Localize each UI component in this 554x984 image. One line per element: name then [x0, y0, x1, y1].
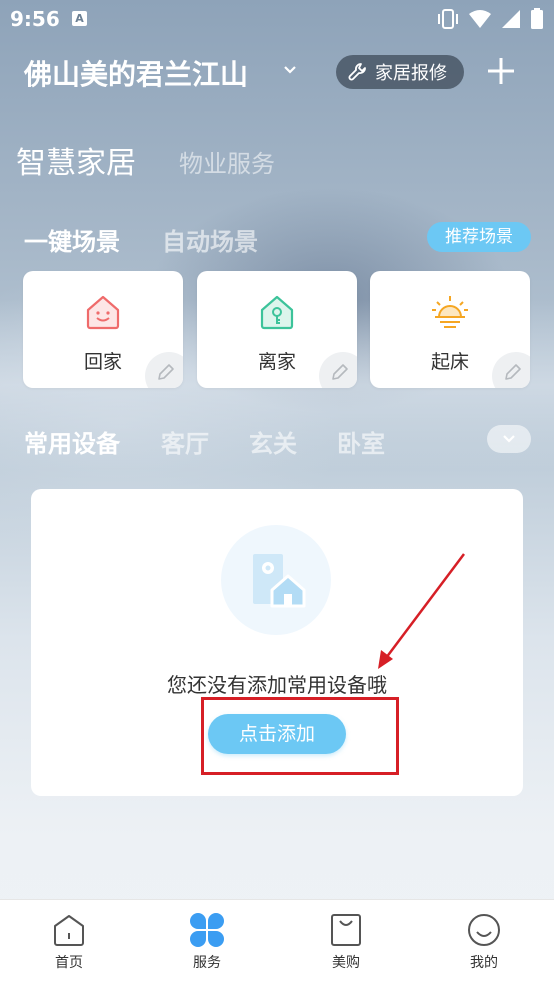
nav-item-shop[interactable]: 美购	[306, 912, 386, 972]
tab-smart-home[interactable]: 智慧家居	[16, 138, 136, 182]
nav-label: 美购	[332, 955, 360, 971]
nav-label: 服务	[193, 955, 221, 971]
nav-label: 我的	[470, 955, 498, 971]
annotation-highlight-box	[201, 697, 399, 775]
nav-item-service[interactable]: 服务	[167, 912, 247, 972]
house-smile-icon	[86, 295, 120, 330]
pencil-icon	[505, 364, 521, 380]
home-repair-button[interactable]: 家居报修	[336, 55, 464, 89]
shopping-bag-icon	[331, 914, 361, 946]
status-icons	[436, 8, 544, 30]
tab-living-room[interactable]: 客厅	[161, 424, 209, 459]
nav-item-home[interactable]: 首页	[29, 912, 109, 972]
wrench-icon	[348, 63, 366, 81]
expand-rooms-button[interactable]	[487, 425, 531, 453]
tab-auto-scene[interactable]: 自动场景	[162, 222, 258, 257]
tab-entrance[interactable]: 玄关	[249, 424, 297, 459]
tab-common-devices[interactable]: 常用设备	[24, 424, 120, 459]
status-bar: 9:56 A	[0, 0, 554, 38]
battery-icon	[531, 8, 543, 29]
home-repair-label: 家居报修	[375, 63, 447, 84]
add-icon[interactable]	[484, 54, 518, 88]
home-name-selector[interactable]: 佛山美的君兰江山	[24, 53, 248, 93]
scene-card-leave[interactable]: 离家	[197, 271, 357, 388]
service-grid-icon	[190, 913, 224, 947]
recommended-scenes-button[interactable]: 推荐场景	[427, 222, 531, 252]
tab-one-key-scene[interactable]: 一键场景	[24, 222, 120, 257]
tab-bedroom[interactable]: 卧室	[337, 424, 385, 459]
pencil-icon	[158, 364, 174, 380]
status-time: 9:56	[10, 7, 60, 31]
tab-property-service[interactable]: 物业服务	[179, 144, 275, 179]
house-key-icon	[260, 295, 294, 330]
sunrise-icon	[432, 296, 468, 328]
annotation-arrow	[378, 553, 465, 669]
scene-card-wake-up[interactable]: 起床	[370, 271, 530, 388]
status-notification-badge: A	[72, 11, 87, 26]
smiley-profile-icon	[468, 914, 500, 946]
scene-card-home[interactable]: 回家	[23, 271, 183, 388]
signal-icon	[502, 10, 520, 28]
bottom-navigation: 首页 服务 美购 我的	[0, 899, 554, 984]
chevron-down-icon	[503, 435, 515, 443]
empty-illustration	[221, 525, 331, 635]
home-icon	[54, 915, 84, 946]
device-house-icon	[253, 554, 306, 608]
chevron-down-icon[interactable]	[282, 64, 298, 76]
nav-label: 首页	[55, 955, 83, 971]
pencil-icon	[332, 364, 348, 380]
nav-item-me[interactable]: 我的	[444, 912, 524, 972]
vibrate-icon	[438, 9, 458, 29]
wifi-icon	[469, 10, 491, 28]
